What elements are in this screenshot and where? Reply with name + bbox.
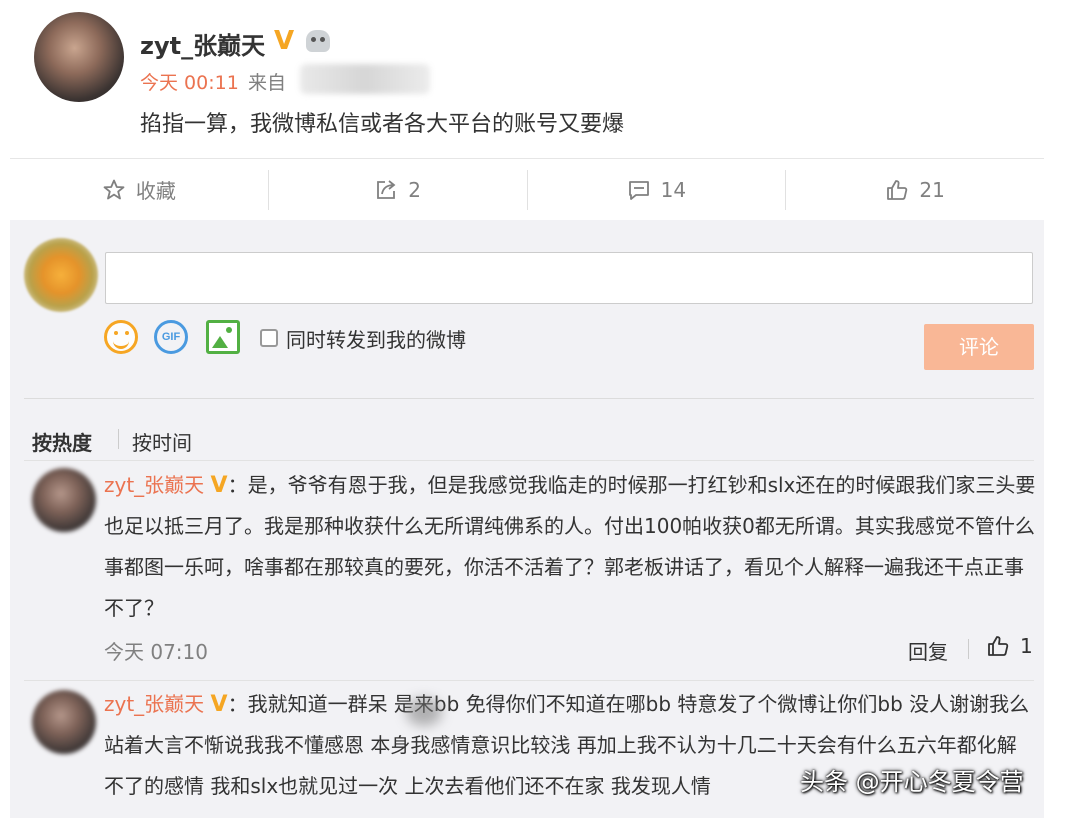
repost-checkbox[interactable]: [260, 329, 278, 347]
repost-button[interactable]: 2: [269, 169, 528, 210]
image-upload-icon[interactable]: [206, 320, 240, 354]
current-user-avatar[interactable]: [24, 238, 98, 312]
like-button[interactable]: 21: [786, 170, 1044, 210]
thumbs-up-icon: [887, 179, 908, 200]
favorite-button[interactable]: 收藏: [10, 169, 269, 210]
post-text: 掐指一算，我微博私信或者各大平台的账号又要爆: [140, 112, 625, 137]
member-crown-icon: [306, 30, 330, 52]
submit-comment-button[interactable]: 评论: [924, 324, 1034, 370]
favorite-label: 收藏: [135, 179, 176, 203]
divider: [24, 460, 1034, 461]
post-timestamp[interactable]: 今天 00:11: [140, 68, 239, 95]
repost-count: 2: [408, 177, 421, 202]
repost-icon: [377, 179, 396, 199]
comment-icon: [628, 180, 649, 200]
post-source-blurred: [300, 64, 430, 94]
reply-button[interactable]: 回复: [908, 636, 948, 665]
comment-like-button[interactable]: 1: [986, 634, 1033, 658]
comment-text: ：是，爷爷有恩于我，但是我感觉我临走的时候那一打红钞和slx还在的时候跟我们家三…: [104, 473, 1036, 620]
comment-like-count: 1: [1020, 634, 1033, 658]
verified-v-icon: V: [274, 26, 295, 56]
comment-body: zyt_张巅天 V：是，爷爷有恩于我，但是我感觉我临走的时候那一打红钞和slx还…: [104, 465, 1036, 629]
divider: [24, 398, 1034, 399]
like-count: 21: [919, 177, 945, 202]
commenter-username[interactable]: zyt_张巅天: [104, 692, 204, 716]
repost-checkbox-label[interactable]: 同时转发到我的微博: [286, 324, 466, 353]
comment-count: 14: [660, 177, 687, 202]
star-icon: [103, 179, 125, 199]
comment-section: GIF 同时转发到我的微博 评论 按热度 按时间 zyt_张巅天 V：是，爷爷有…: [10, 220, 1044, 818]
comment-timestamp: 今天 07:10: [104, 640, 208, 664]
commenter-avatar[interactable]: [32, 468, 96, 532]
commenter-username[interactable]: zyt_张巅天: [104, 473, 204, 497]
blurred-text-patch: [406, 698, 442, 726]
divider: [118, 429, 119, 449]
comment-input[interactable]: [105, 252, 1033, 304]
post-source-prefix: 来自: [248, 72, 287, 94]
sort-by-hot-tab[interactable]: 按热度: [32, 427, 92, 456]
post-action-bar: 收藏 2 14 21: [10, 158, 1044, 220]
watermark: 头条 @开心冬夏令营: [800, 768, 1024, 796]
sort-by-time-tab[interactable]: 按时间: [132, 427, 192, 456]
verified-v-icon: V: [210, 473, 228, 498]
comment-button[interactable]: 14: [528, 169, 787, 210]
author-avatar[interactable]: [34, 12, 124, 102]
verified-v-icon: V: [210, 692, 228, 717]
emoji-icon[interactable]: [104, 320, 138, 354]
gif-icon[interactable]: GIF: [154, 320, 188, 354]
author-username[interactable]: zyt_张巅天: [140, 26, 265, 61]
weibo-post: zyt_张巅天 V 今天 00:11 来自 掐指一算，我微博私信或者各大平台的账…: [0, 0, 1080, 158]
divider: [968, 639, 969, 659]
thumbs-up-icon: [988, 636, 1009, 656]
divider: [24, 680, 1034, 681]
commenter-avatar[interactable]: [32, 690, 96, 754]
